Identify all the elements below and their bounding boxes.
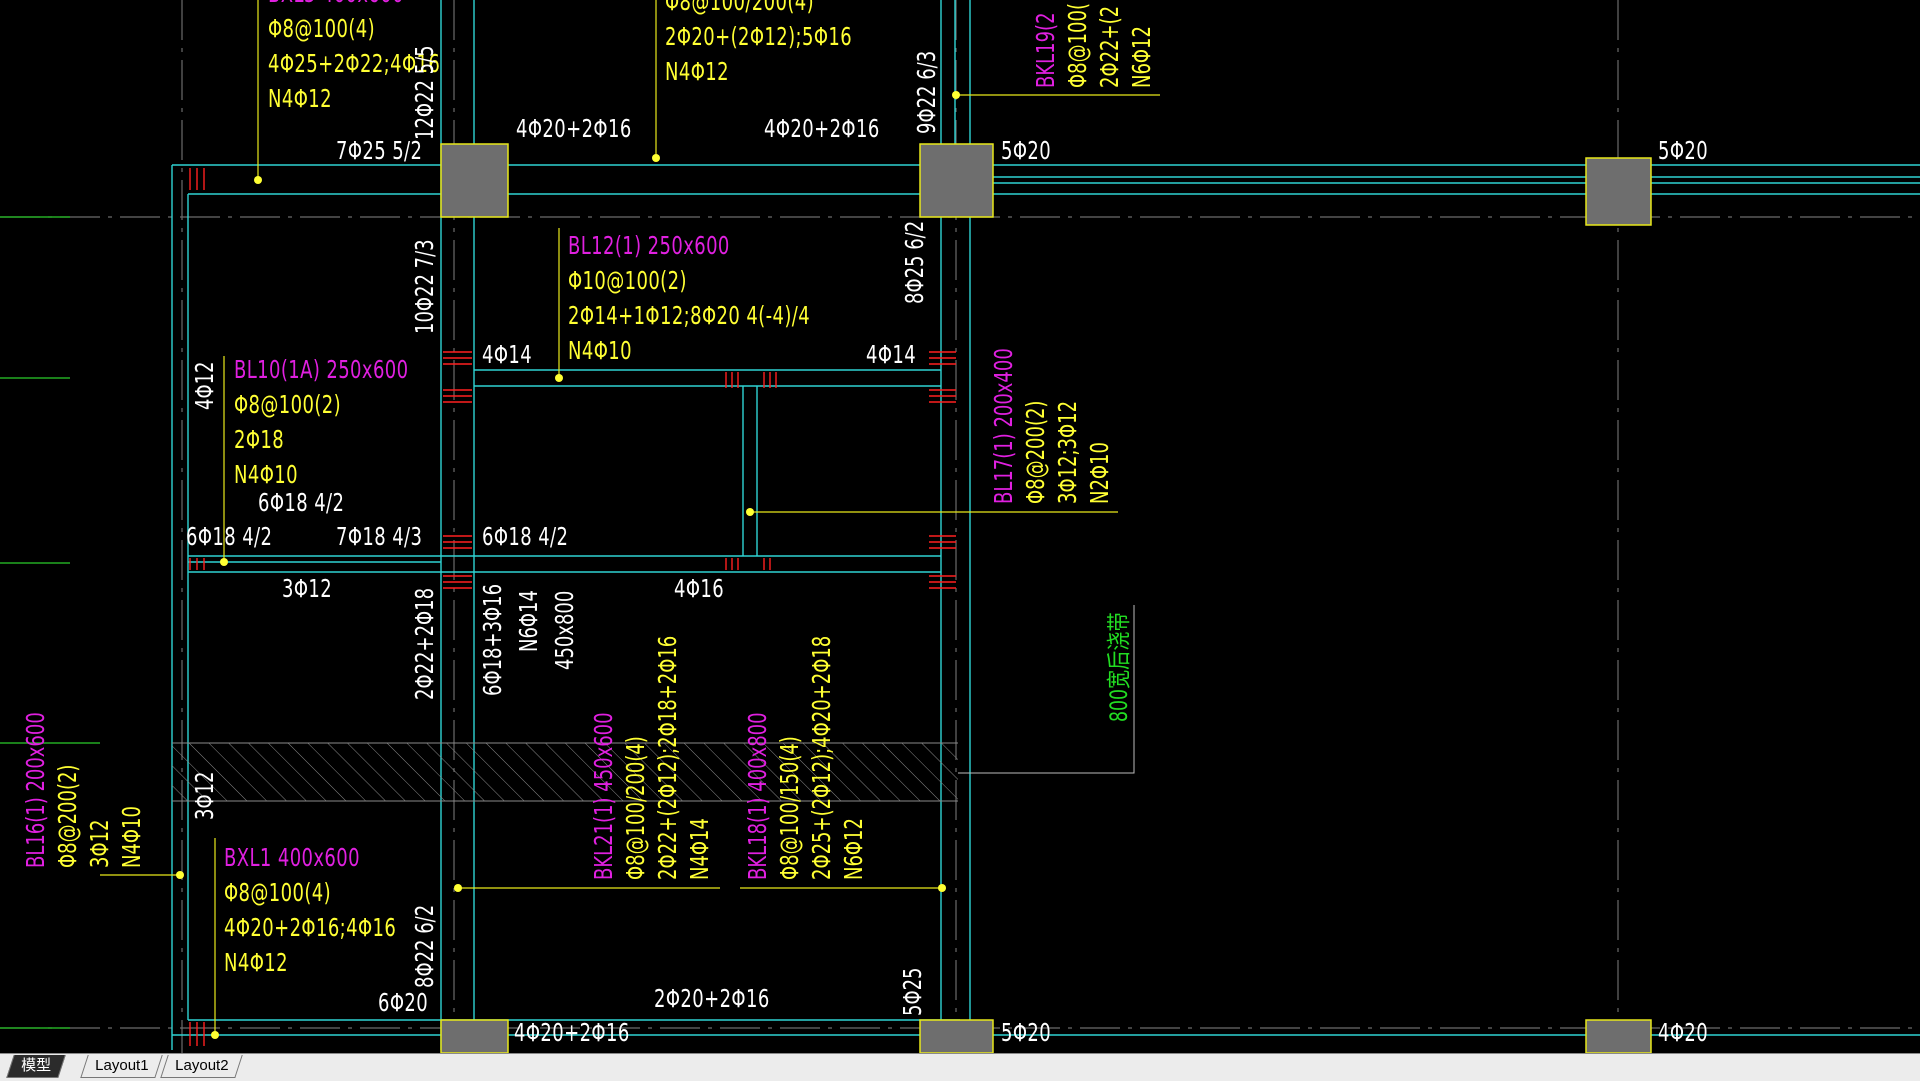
beam-title: BL17(1) 200x400 bbox=[989, 348, 1018, 504]
stirrup-spec: Φ8@200(2) bbox=[53, 764, 82, 868]
reinf-label-vertical: 450x800 bbox=[550, 590, 579, 670]
rebar-spec: 2Φ18 bbox=[234, 425, 285, 454]
beam-title: BKL18(1) 400x800 bbox=[743, 712, 772, 880]
rebar-spec: 2Φ22+(2Φ12);2Φ18+2Φ16 bbox=[653, 635, 682, 880]
side-rebar-spec: N6Φ12 bbox=[1127, 26, 1156, 88]
reinf-label: 4Φ14 bbox=[866, 340, 917, 369]
rebar-spec: 3Φ12 bbox=[85, 819, 114, 869]
reinf-label: 5Φ20 bbox=[1001, 136, 1052, 165]
reinf-label: 4Φ20+2Φ16 bbox=[764, 114, 880, 143]
reinf-label: 7Φ18 4/3 bbox=[336, 522, 423, 551]
beam-title: BKL21(1) 450x600 bbox=[589, 712, 618, 880]
reinf-label-vertical: 2Φ22+2Φ18 bbox=[410, 587, 439, 700]
reinf-label: 7Φ25 5/2 bbox=[336, 136, 423, 165]
reinf-label-vertical: 12Φ22 5/5 bbox=[410, 45, 439, 140]
reinf-label-vertical: 6Φ18+3Φ16 bbox=[478, 583, 507, 696]
reinf-label: 6Φ18 4/2 bbox=[482, 522, 569, 551]
annotation-bl12: BL12(1) 250x600 Φ10@100(2) 2Φ14+1Φ12;8Φ2… bbox=[568, 228, 810, 368]
reinf-label-vertical: 5Φ25 bbox=[898, 967, 927, 1017]
rebar-spec: 3Φ12;3Φ12 bbox=[1053, 400, 1082, 504]
rebar-spec: 2Φ14+1Φ12;8Φ20 4(-4)/4 bbox=[568, 301, 811, 330]
post-pour-label: 800宽后浇带 bbox=[1105, 612, 1133, 722]
reinf-label-vertical: 8Φ25 6/2 bbox=[900, 220, 929, 304]
stirrup-spec: Φ8@100( bbox=[1063, 3, 1092, 88]
rebar-spec: 2Φ22+(2 bbox=[1095, 5, 1124, 88]
side-rebar-spec: N4Φ12 bbox=[224, 948, 288, 977]
beam-title: BL10(1A) 250x600 bbox=[234, 355, 409, 384]
annotation-top-mid: Φ8@100/200(4) 2Φ20+(2Φ12);5Φ16 N4Φ12 bbox=[665, 0, 852, 89]
tab-model[interactable]: 模型 bbox=[6, 1055, 66, 1078]
side-rebar-spec: N2Φ10 bbox=[1085, 442, 1114, 504]
stirrup-spec: Φ8@100/200(4) bbox=[665, 0, 815, 16]
reinf-label: 4Φ20 bbox=[1658, 1018, 1709, 1047]
reinf-label: 6Φ18 4/2 bbox=[186, 522, 273, 551]
beam-title: BXL3 400x600 bbox=[268, 0, 440, 11]
reinf-label: 4Φ20+2Φ16 bbox=[514, 1018, 630, 1047]
beam-title: BKL19(2 bbox=[1031, 12, 1060, 88]
axis-markers bbox=[0, 216, 100, 1029]
reinf-label-vertical: 10Φ22 7/3 bbox=[410, 239, 439, 334]
stirrup-spec: Φ8@100(4) bbox=[224, 878, 332, 907]
stirrup-spec: Φ8@100/150(4) bbox=[775, 736, 804, 880]
reinf-label: 5Φ20 bbox=[1658, 136, 1709, 165]
reinf-label: 5Φ20 bbox=[1001, 1018, 1052, 1047]
stirrup-spec: Φ8@100/200(4) bbox=[621, 736, 650, 880]
reinf-label: 6Φ20 bbox=[378, 988, 429, 1017]
side-rebar-spec: N6Φ12 bbox=[839, 818, 868, 880]
rebar-spec: 4Φ20+2Φ16;4Φ16 bbox=[224, 913, 397, 942]
tab-layout2[interactable]: Layout2 bbox=[160, 1055, 244, 1078]
side-rebar-spec: N4Φ14 bbox=[685, 818, 714, 880]
tab-layout1[interactable]: Layout1 bbox=[80, 1055, 164, 1078]
reinf-label-vertical: N6Φ14 bbox=[514, 590, 543, 652]
cad-drawing-canvas[interactable]: BXL3 400x600 Φ8@100(4) 4Φ25+2Φ22;4Φ16 N4… bbox=[0, 0, 1920, 1053]
stirrup-spec: Φ8@200(2) bbox=[1021, 400, 1050, 504]
annotation-bxl1: BXL1 400x600 Φ8@100(4) 4Φ20+2Φ16;4Φ16 N4… bbox=[224, 840, 396, 980]
beam-title: BXL1 400x600 bbox=[224, 843, 360, 872]
reinf-label: 4Φ14 bbox=[482, 340, 533, 369]
reinf-label: 6Φ18 4/2 bbox=[258, 488, 345, 517]
annotation-bkl19: BKL19(2 Φ8@100( 2Φ22+(2 N6Φ12 bbox=[1030, 0, 1158, 88]
annotation-bl10: BL10(1A) 250x600 Φ8@100(2) 2Φ18 N4Φ10 bbox=[234, 352, 408, 492]
rebar-spec: 2Φ20+(2Φ12);5Φ16 bbox=[665, 22, 853, 51]
beam-title: BL16(1) 200x600 bbox=[21, 712, 50, 868]
beam-title: BL12(1) 250x600 bbox=[568, 231, 730, 260]
reinf-label: 3Φ12 bbox=[282, 574, 333, 603]
side-rebar-spec: N4Φ10 bbox=[234, 460, 298, 489]
reinf-label-vertical: 9Φ22 6/3 bbox=[912, 50, 941, 134]
side-rebar-spec: N4Φ12 bbox=[665, 57, 729, 86]
reinf-label-vertical: 4Φ12 bbox=[190, 361, 219, 411]
stirrup-spec: Φ8@100(2) bbox=[234, 390, 342, 419]
side-rebar-spec: N4Φ10 bbox=[117, 806, 146, 868]
annotation-bl17: BL17(1) 200x400 Φ8@200(2) 3Φ12;3Φ12 N2Φ1… bbox=[988, 309, 1116, 504]
rebar-spec: 2Φ25+(2Φ12);4Φ20+2Φ18 bbox=[807, 635, 836, 880]
reinf-label-vertical: 3Φ12 bbox=[190, 771, 219, 821]
side-rebar-spec: N4Φ10 bbox=[568, 336, 632, 365]
annotation-bkl21: BKL21(1) 450x600 Φ8@100/200(4) 2Φ22+(2Φ1… bbox=[588, 575, 716, 880]
annotation-bkl18: BKL18(1) 400x800 Φ8@100/150(4) 2Φ25+(2Φ1… bbox=[742, 575, 870, 880]
reinf-label: 2Φ20+2Φ16 bbox=[654, 984, 770, 1013]
reinf-label: 4Φ20+2Φ16 bbox=[516, 114, 632, 143]
layout-tab-bar: 模型 Layout1 Layout2 bbox=[0, 1053, 1920, 1081]
stirrup-spec: Φ10@100(2) bbox=[568, 266, 687, 295]
annotation-bl16: BL16(1) 200x600 Φ8@200(2) 3Φ12 N4Φ10 bbox=[20, 673, 148, 868]
reinf-label-vertical: 8Φ22 6/2 bbox=[410, 904, 439, 988]
